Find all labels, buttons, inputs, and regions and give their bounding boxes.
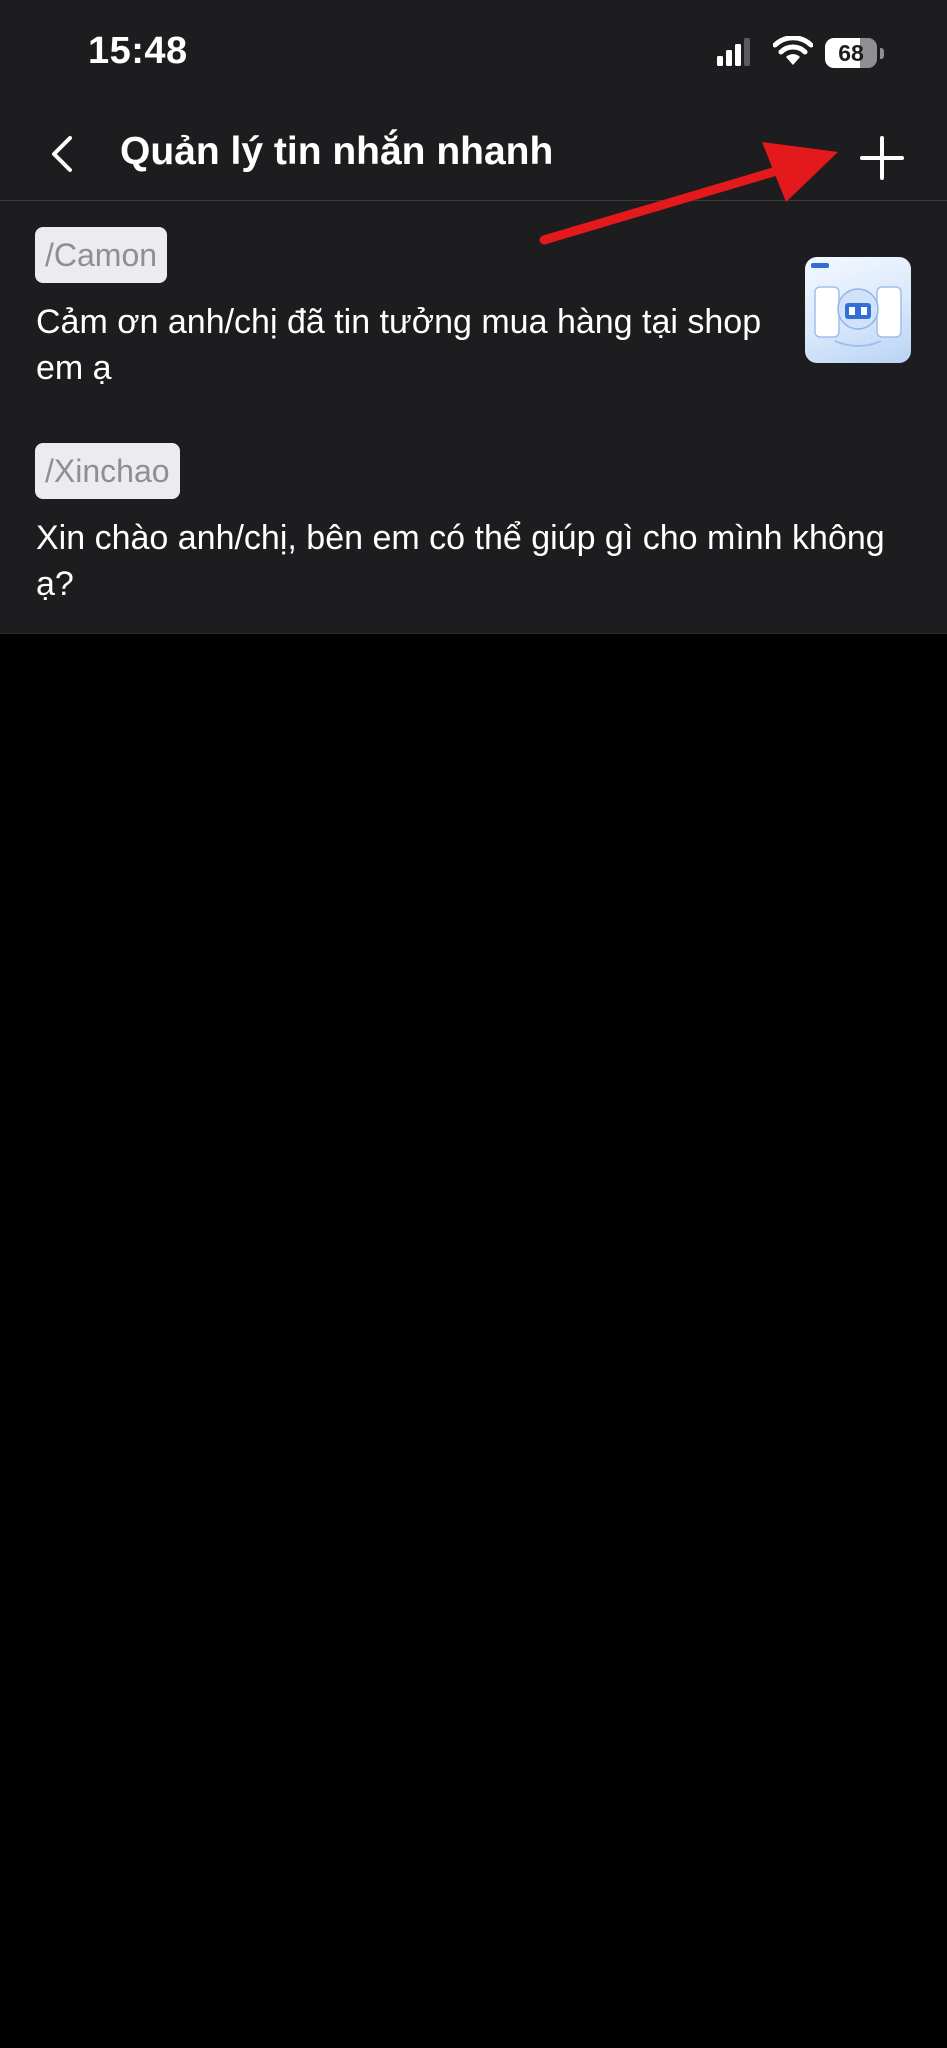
nav-bar: Quản lý tin nhắn nhanh [0, 108, 947, 201]
quick-message-item[interactable]: /Camon Cảm ơn anh/chị đã tin tưởng mua h… [0, 201, 947, 411]
chevron-left-icon[interactable] [36, 126, 92, 182]
wifi-icon [773, 36, 813, 65]
shortcut-tag: /Camon [35, 227, 168, 283]
message-text: Cảm ơn anh/chị đã tin tưởng mua hàng tại… [36, 303, 762, 387]
signal-icon [717, 38, 750, 66]
status-bar: 15:48 68 [0, 0, 947, 108]
message-text: Xin chào anh/chị, bên em có thể giúp gì … [36, 519, 885, 603]
battery-icon: 68 [825, 38, 887, 68]
quick-message-list: /Camon Cảm ơn anh/chị đã tin tưởng mua h… [0, 201, 947, 634]
battery-percent: 68 [838, 40, 864, 66]
page-title: Quản lý tin nhắn nhanh [120, 130, 554, 173]
plus-icon[interactable] [850, 126, 914, 190]
status-time: 15:48 [88, 30, 188, 72]
shortcut-tag: /Xinchao [35, 443, 180, 499]
quick-message-item[interactable]: /Xinchao Xin chào anh/chị, bên em có thể… [0, 417, 947, 633]
message-image-thumbnail[interactable] [805, 257, 911, 363]
